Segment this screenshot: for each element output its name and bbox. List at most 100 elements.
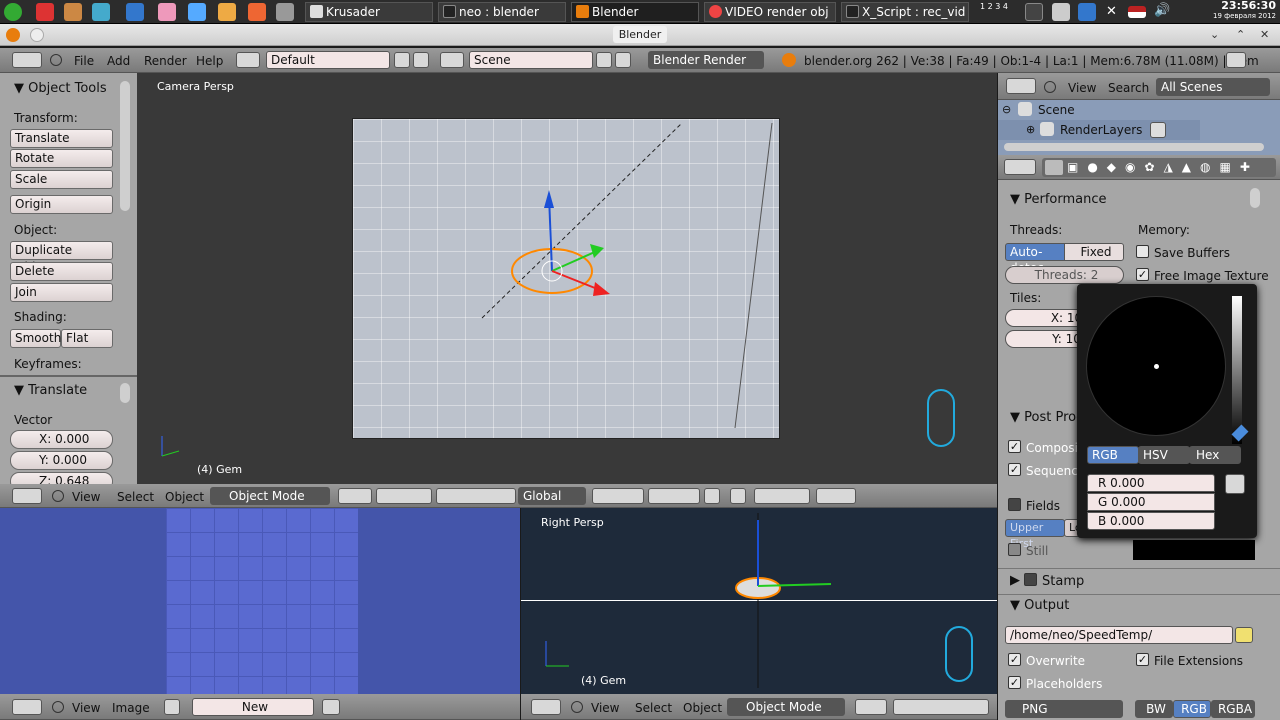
screen-layout-icon[interactable] (236, 52, 260, 68)
vector-y-field[interactable]: Y: 0.000 (10, 451, 113, 470)
color-swatch[interactable] (1133, 540, 1255, 560)
menu-view[interactable]: View (72, 490, 100, 504)
tray-icon-2[interactable] (1078, 3, 1096, 21)
menu-render[interactable]: Render (144, 54, 187, 68)
menu-view[interactable]: View (72, 701, 100, 715)
volume-icon[interactable]: 🔊 (1154, 3, 1170, 18)
menu-view[interactable]: View (591, 701, 619, 715)
collapse-menu-icon[interactable] (52, 701, 64, 713)
color-rgb-button[interactable]: RGB (1173, 700, 1211, 718)
eyedropper-icon[interactable] (1225, 474, 1245, 494)
y-axis-arrow[interactable] (551, 250, 598, 272)
image-editor[interactable] (0, 508, 520, 694)
remove-layout-icon[interactable] (413, 52, 429, 68)
new-image-button[interactable]: New (192, 698, 314, 716)
editor-type-icon[interactable] (1006, 78, 1036, 94)
vector-x-field[interactable]: X: 0.000 (10, 430, 113, 449)
picker-tab-hsv[interactable]: HSV (1138, 446, 1190, 464)
layer-lock-icon[interactable] (704, 488, 720, 504)
launcher-icon-1[interactable] (36, 3, 54, 21)
minimize-button[interactable]: ⌄ (1210, 28, 1219, 41)
overwrite-checkbox[interactable]: ✓ (1008, 653, 1021, 666)
menu-image[interactable]: Image (112, 701, 150, 715)
object-mode-select[interactable]: Object Mode (210, 487, 330, 505)
outliner-scene-item[interactable]: Scene (1038, 103, 1075, 117)
launcher-icon-6[interactable] (188, 3, 206, 21)
task-x-script[interactable]: X_Script : rec_vid (841, 2, 969, 22)
compositing-checkbox[interactable]: ✓ (1008, 440, 1021, 453)
sequencer-checkbox[interactable]: ✓ (1008, 463, 1021, 476)
manipulator-icons[interactable] (436, 488, 516, 504)
picker-tab-hex[interactable]: Hex (1189, 446, 1241, 464)
object-tools-header[interactable]: ▼ Object Tools (14, 81, 107, 96)
pivot-manipulator-icons[interactable] (893, 699, 989, 715)
collapse-menu-icon[interactable] (1044, 81, 1056, 93)
translate-button[interactable]: Translate (10, 129, 113, 148)
color-rgba-button[interactable]: RGBA (1211, 700, 1255, 718)
threads-count-field[interactable]: Threads: 2 (1005, 266, 1124, 284)
snap-icons[interactable] (754, 488, 810, 504)
clock[interactable]: 23:56:30 19 февраля 2012 (1213, 0, 1276, 22)
render-tab-icon[interactable] (1045, 160, 1063, 175)
add-scene-icon[interactable] (596, 52, 612, 68)
image-browse-icon[interactable] (164, 699, 180, 715)
file-extensions-checkbox[interactable]: ✓ (1136, 653, 1149, 666)
menu-object[interactable]: Object (165, 490, 204, 504)
layers-grid-a[interactable] (592, 488, 644, 504)
launcher-icon-7[interactable] (218, 3, 236, 21)
join-button[interactable]: Join (10, 283, 113, 302)
menu-select[interactable]: Select (117, 490, 154, 504)
menu-view[interactable]: View (1068, 81, 1096, 95)
add-layout-icon[interactable] (394, 52, 410, 68)
free-image-texture-checkbox[interactable]: ✓ (1136, 268, 1149, 281)
threads-fixed-button[interactable]: Fixed (1064, 243, 1124, 261)
launcher-icon-2[interactable] (64, 3, 82, 21)
task-browser[interactable]: VIDEO render obj (704, 2, 836, 22)
network-icon[interactable]: ✕ (1106, 4, 1117, 19)
placeholders-checkbox[interactable]: ✓ (1008, 676, 1021, 689)
task-krusader[interactable]: Krusader (305, 2, 433, 22)
expand-icon[interactable]: ⊖ (1002, 103, 1011, 116)
launcher-icon-9[interactable] (276, 3, 294, 21)
maximize-button[interactable]: ⌃ (1236, 28, 1245, 41)
editor-type-icon[interactable] (531, 699, 561, 715)
red-value-field[interactable]: R 0.000 (1087, 474, 1215, 492)
tray-icon-1[interactable] (1052, 3, 1070, 21)
render-preview-icons[interactable] (816, 488, 856, 504)
screen-layout-field[interactable]: Default (266, 51, 390, 69)
color-wheel[interactable] (1086, 296, 1226, 436)
upper-first-button[interactable]: Upper First (1005, 519, 1065, 550)
editor-type-icon[interactable] (12, 699, 42, 715)
stamp-header[interactable]: ▶ (1010, 573, 1020, 588)
folder-icon[interactable] (1235, 627, 1253, 643)
viewport-shading-icon[interactable] (338, 488, 372, 504)
rotate-button[interactable]: Rotate (10, 149, 113, 168)
origin-button[interactable]: Origin (10, 195, 113, 214)
performance-header[interactable]: ▼ Performance (1010, 192, 1107, 207)
editor-type-icon[interactable] (12, 52, 42, 68)
transform-orientation-select[interactable]: Global (518, 487, 586, 505)
render-layer-icon[interactable] (1150, 122, 1166, 138)
outliner-renderlayers-item[interactable]: RenderLayers (1060, 123, 1142, 137)
remove-scene-icon[interactable] (615, 52, 631, 68)
green-value-field[interactable]: G 0.000 (1087, 493, 1215, 511)
color-wheel-cursor[interactable] (1154, 364, 1159, 369)
power-icon[interactable] (1025, 3, 1043, 21)
launcher-icon-8[interactable] (248, 3, 266, 21)
blue-value-field[interactable]: B 0.000 (1087, 512, 1215, 530)
editor-type-icon[interactable] (1004, 159, 1036, 175)
scene-icon[interactable] (440, 52, 464, 68)
flat-button[interactable]: Flat (61, 329, 113, 348)
launcher-icon-3[interactable] (92, 3, 110, 21)
editor-type-icon[interactable] (12, 488, 42, 504)
menu-select[interactable]: Select (635, 701, 672, 715)
app-menu-icon[interactable] (4, 3, 22, 21)
still-checkbox[interactable] (1008, 543, 1021, 556)
other-tab-icons[interactable]: ▣●◆◉✿◮▲◍▦✚ (1067, 160, 1259, 174)
menu-help[interactable]: Help (196, 54, 223, 68)
pin-icon[interactable] (322, 699, 340, 715)
fullscreen-icon[interactable] (1226, 52, 1246, 68)
launcher-icon-4[interactable] (126, 3, 144, 21)
x-axis-arrow[interactable] (551, 270, 601, 291)
launcher-icon-5[interactable] (158, 3, 176, 21)
